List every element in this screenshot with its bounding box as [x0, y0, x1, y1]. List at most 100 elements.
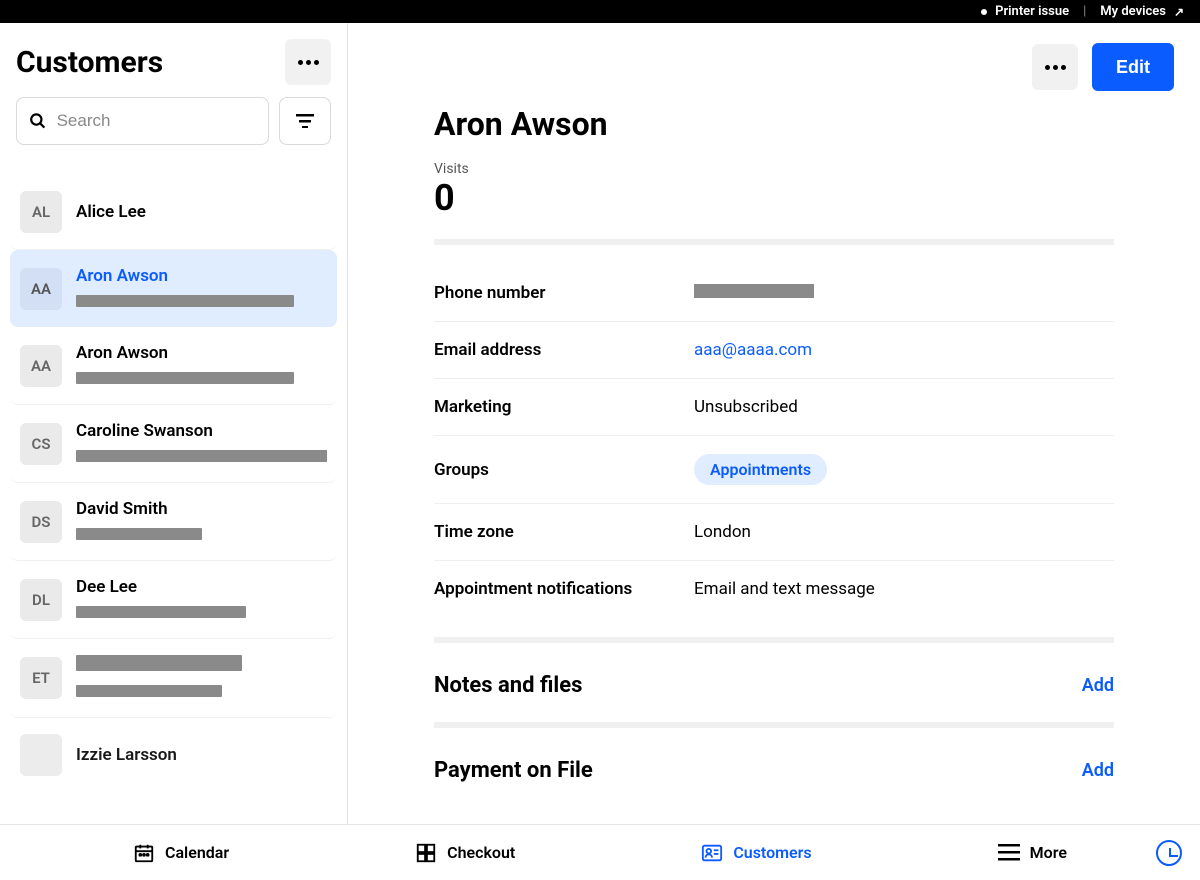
- customer-subtext: [76, 682, 327, 701]
- redacted-bar: [76, 685, 222, 697]
- customer-text: Alice Lee: [76, 202, 327, 222]
- customer-list-item[interactable]: AA Aron Awson: [10, 327, 337, 405]
- groups-label: Groups: [434, 460, 694, 480]
- customer-list-item[interactable]: Izzie Larsson: [10, 718, 337, 792]
- filter-button[interactable]: [279, 97, 331, 145]
- customer-text: Aron Awson: [76, 266, 327, 311]
- payment-title: Payment on File: [434, 758, 593, 783]
- nav-customers[interactable]: Customers: [701, 842, 811, 864]
- calendar-icon: [133, 842, 155, 864]
- redacted-bar: [76, 450, 327, 462]
- edit-button[interactable]: Edit: [1092, 43, 1174, 91]
- phone-label: Phone number: [434, 283, 694, 303]
- customer-list-item[interactable]: ET: [10, 639, 337, 718]
- customer-name: Caroline Swanson: [76, 421, 327, 441]
- notifications-label: Appointment notifications: [434, 579, 694, 599]
- customer-name: Dee Lee: [76, 577, 327, 597]
- redacted-bar: [76, 606, 246, 618]
- redacted-bar: [76, 295, 294, 307]
- redacted-name: [76, 655, 242, 671]
- external-arrow-icon: ↗: [1174, 5, 1184, 19]
- avatar: [20, 734, 62, 776]
- marketing-label: Marketing: [434, 397, 694, 417]
- customer-subtext: [76, 292, 327, 311]
- bottom-nav: Calendar Checkout Customers More: [0, 824, 1200, 880]
- section-divider: [434, 239, 1114, 245]
- marketing-row: Marketing Unsubscribed: [434, 379, 1114, 436]
- customer-subtext: [76, 525, 327, 544]
- customer-list-item[interactable]: DS David Smith: [10, 483, 337, 561]
- customer-list[interactable]: AL Alice Lee AA Aron Awson AA Aron Awson CS Car…: [0, 157, 347, 824]
- avatar: AL: [20, 191, 62, 233]
- redacted-bar: [76, 372, 294, 384]
- notifications-row: Appointment notifications Email and text…: [434, 561, 1114, 617]
- customer-list-item[interactable]: DLDee Lee: [10, 561, 337, 639]
- search-icon: [29, 111, 47, 131]
- avatar: AA: [20, 345, 62, 387]
- customer-name: Izzie Larsson: [76, 745, 327, 765]
- customer-detail-panel: Edit Aron Awson Visits 0 Phone number Em…: [348, 23, 1200, 824]
- search-input[interactable]: [57, 111, 256, 131]
- avatar: DS: [20, 501, 62, 543]
- customer-name: David Smith: [76, 499, 327, 519]
- clock-icon[interactable]: [1156, 840, 1182, 866]
- nav-checkout[interactable]: Checkout: [415, 842, 515, 864]
- more-icon: [1045, 65, 1066, 70]
- nav-calendar[interactable]: Calendar: [133, 842, 229, 864]
- avatar: ET: [20, 657, 62, 699]
- customer-name: Aron Awson: [76, 343, 327, 363]
- page-title: Customers: [16, 45, 163, 80]
- customer-list-item[interactable]: AL Alice Lee: [10, 175, 337, 250]
- notes-section-header: Notes and files Add: [434, 663, 1114, 702]
- email-value[interactable]: aaa@aaaa.com: [694, 340, 1114, 360]
- visits-value: 0: [434, 177, 1114, 219]
- customer-text: Dee Lee: [76, 577, 327, 622]
- add-notes-button[interactable]: Add: [1082, 675, 1114, 696]
- id-card-icon: [701, 842, 723, 864]
- customer-text: Izzie Larsson: [76, 745, 327, 765]
- customer-name-heading: Aron Awson: [434, 105, 1114, 143]
- my-devices-label: My devices: [1100, 4, 1166, 19]
- groups-value: Appointments: [694, 454, 1114, 485]
- my-devices-link[interactable]: My devices ↗: [1100, 4, 1184, 19]
- printer-issue-alert[interactable]: Printer issue: [981, 4, 1069, 19]
- customer-list-item[interactable]: CS Caroline Swanson: [10, 405, 337, 483]
- customer-subtext: [76, 447, 327, 466]
- system-topbar: Printer issue | My devices ↗: [0, 0, 1200, 23]
- customers-sidebar: Customers ALAlice LeeAAAron AwsonAAAron: [0, 23, 348, 824]
- customer-text: Caroline Swanson: [76, 421, 327, 466]
- avatar: CS: [20, 423, 62, 465]
- nav-more[interactable]: More: [998, 842, 1067, 864]
- redacted-bar: [76, 528, 202, 540]
- email-label: Email address: [434, 340, 694, 360]
- timezone-label: Time zone: [434, 522, 694, 542]
- menu-icon: [998, 842, 1020, 864]
- customer-text: David Smith: [76, 499, 327, 544]
- timezone-row: Time zone London: [434, 504, 1114, 561]
- add-payment-button[interactable]: Add: [1082, 760, 1114, 781]
- nav-more-label: More: [1030, 843, 1067, 862]
- avatar: AA: [20, 268, 62, 310]
- nav-calendar-label: Calendar: [165, 843, 229, 862]
- filter-icon: [296, 114, 314, 128]
- payment-section-header: Payment on File Add: [434, 748, 1114, 787]
- customer-text: Aron Awson: [76, 343, 327, 388]
- notifications-value: Email and text message: [694, 579, 1114, 599]
- section-divider: [434, 637, 1114, 643]
- search-box[interactable]: [16, 97, 269, 145]
- sidebar-more-button[interactable]: [285, 39, 331, 85]
- customer-text: [76, 655, 327, 701]
- visits-label: Visits: [434, 161, 1114, 177]
- customer-name: Aron Awson: [76, 266, 327, 286]
- customer-subtext: [76, 603, 327, 622]
- marketing-value: Unsubscribed: [694, 397, 1114, 417]
- grid-icon: [415, 842, 437, 864]
- redacted-phone: [694, 284, 814, 298]
- customer-list-item[interactable]: AA Aron Awson: [10, 250, 337, 327]
- customer-name: [76, 655, 327, 676]
- section-divider: [434, 722, 1114, 728]
- phone-value: [694, 283, 1114, 303]
- group-pill-appointments[interactable]: Appointments: [694, 454, 827, 485]
- detail-more-button[interactable]: [1032, 44, 1078, 90]
- nav-checkout-label: Checkout: [447, 843, 515, 862]
